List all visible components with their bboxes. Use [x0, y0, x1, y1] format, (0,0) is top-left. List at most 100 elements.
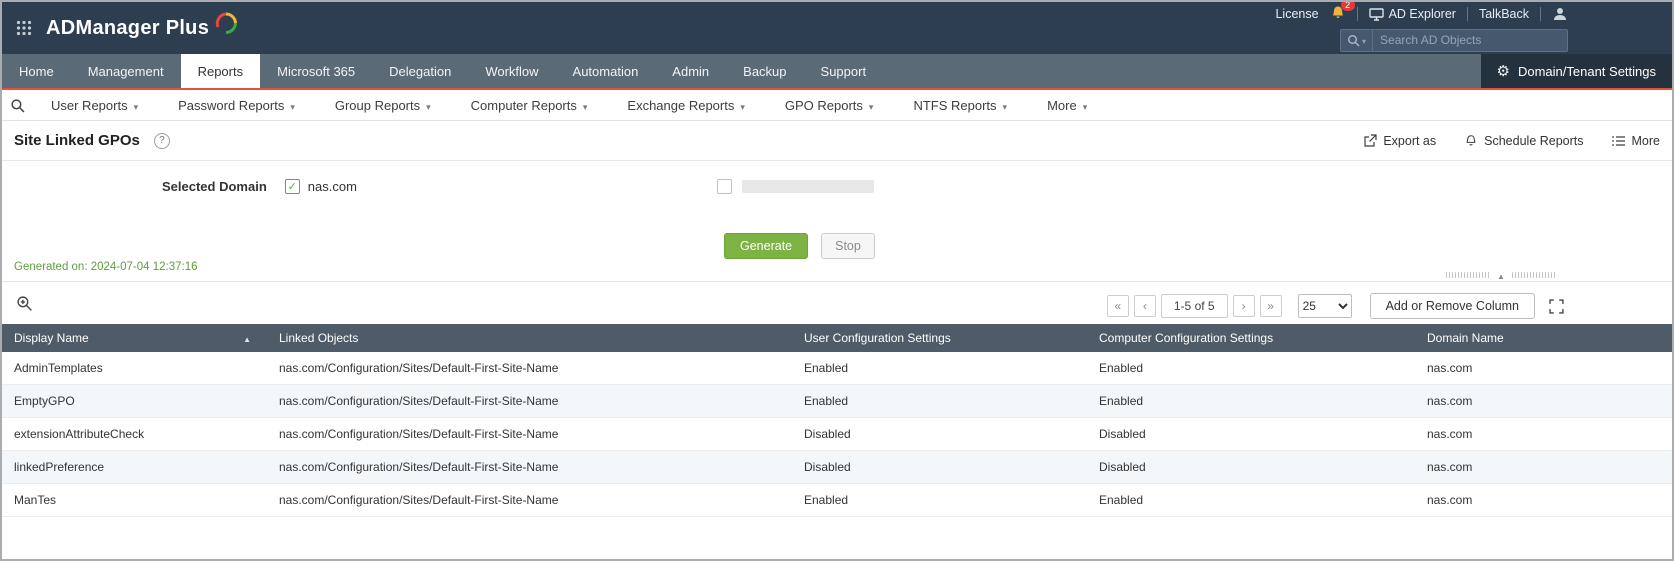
chevron-down-icon: [1003, 98, 1008, 113]
subnav-item-ntfs-reports[interactable]: NTFS Reports: [893, 98, 1027, 113]
page-header: Site Linked GPOs Export as Schedule Repo…: [2, 121, 1672, 161]
chevron-down-icon: [1362, 31, 1366, 49]
pagination-controls: « ‹ 1-5 of 5 › » 25 Add or Remove Column: [1102, 293, 1660, 319]
subnav-search-icon[interactable]: [4, 98, 31, 113]
cell-user-config: Enabled: [792, 484, 1087, 517]
nav-tab-reports[interactable]: Reports: [181, 54, 261, 88]
generated-on-text: Generated on: 2024-07-04 12:37:16: [2, 261, 1672, 277]
nav-tab-support[interactable]: Support: [804, 54, 884, 88]
nav-tab-delegation[interactable]: Delegation: [372, 54, 468, 88]
subnav-item-exchange-reports[interactable]: Exchange Reports: [607, 98, 764, 113]
nav-tab-backup[interactable]: Backup: [726, 54, 803, 88]
domain-checkbox-2[interactable]: [717, 179, 732, 194]
nav-tab-admin[interactable]: Admin: [655, 54, 726, 88]
nav-tab-management[interactable]: Management: [71, 54, 181, 88]
cell-computer-config: Disabled: [1087, 451, 1415, 484]
cell-domain-name: nas.com: [1415, 451, 1672, 484]
cell-computer-config: Disabled: [1087, 418, 1415, 451]
subnav-item-group-reports[interactable]: Group Reports: [315, 98, 451, 113]
column-header-user-config[interactable]: User Configuration Settings: [792, 324, 1087, 352]
search-scope-selector[interactable]: [1341, 30, 1373, 51]
cell-user-config: Enabled: [792, 352, 1087, 385]
domain-checkbox-nas[interactable]: [285, 179, 300, 194]
table-row: linkedPreference nas.com/Configuration/S…: [2, 451, 1672, 484]
schedule-reports-button[interactable]: Schedule Reports: [1464, 134, 1583, 148]
gear-icon: ⚙: [1497, 64, 1510, 79]
page-size-select[interactable]: 25: [1298, 294, 1352, 318]
subnav-item-user-reports[interactable]: User Reports: [31, 98, 158, 113]
column-header-display-name[interactable]: Display Name: [2, 324, 267, 352]
logo-swoosh-icon: [213, 10, 239, 36]
export-as-button[interactable]: Export as: [1363, 134, 1436, 148]
domain-name-nas: nas.com: [308, 179, 357, 194]
app-logo: ADManager Plus: [46, 17, 239, 40]
header-separator: [1540, 7, 1541, 21]
column-header-domain-name[interactable]: Domain Name: [1415, 324, 1672, 352]
pagination-next-button[interactable]: ›: [1233, 295, 1255, 317]
cell-display-name: EmptyGPO: [2, 385, 267, 418]
domain-tenant-settings-button[interactable]: ⚙ Domain/Tenant Settings: [1481, 54, 1672, 88]
ad-objects-search-box: [1340, 29, 1568, 52]
apps-grid-icon[interactable]: [16, 20, 32, 36]
cell-computer-config: Enabled: [1087, 484, 1415, 517]
chevron-down-icon: [290, 98, 295, 113]
cell-linked-objects: nas.com/Configuration/Sites/Default-Firs…: [267, 451, 792, 484]
notification-bell-icon[interactable]: 2: [1330, 5, 1346, 24]
header-links-row: License 2 AD Explorer: [1275, 5, 1568, 24]
app-logo-text: ADManager Plus: [46, 17, 209, 39]
nav-tab-workflow[interactable]: Workflow: [468, 54, 555, 88]
pagination-first-button[interactable]: «: [1107, 295, 1129, 317]
table-search-icon[interactable]: [16, 295, 33, 317]
nav-spacer: [883, 54, 1480, 88]
chevron-down-icon: [134, 98, 139, 113]
redacted-domain-name: [742, 180, 874, 193]
pagination-prev-button[interactable]: ‹: [1134, 295, 1156, 317]
column-header-linked-objects[interactable]: Linked Objects: [267, 324, 792, 352]
talkback-link[interactable]: TalkBack: [1479, 7, 1529, 21]
subnav-item-gpo-reports[interactable]: GPO Reports: [765, 98, 894, 113]
help-icon[interactable]: [154, 133, 170, 149]
cell-linked-objects: nas.com/Configuration/Sites/Default-Firs…: [267, 385, 792, 418]
nav-tab-microsoft-365[interactable]: Microsoft 365: [260, 54, 372, 88]
search-input[interactable]: [1373, 33, 1567, 47]
subnav-item-computer-reports[interactable]: Computer Reports: [451, 98, 608, 113]
cell-user-config: Disabled: [792, 418, 1087, 451]
stop-button[interactable]: Stop: [821, 233, 875, 259]
notification-badge: 2: [1341, 0, 1355, 11]
ad-explorer-label: AD Explorer: [1389, 7, 1456, 21]
chevron-down-icon: [583, 98, 588, 113]
nav-tab-home[interactable]: Home: [2, 54, 71, 88]
cell-computer-config: Enabled: [1087, 385, 1415, 418]
more-actions-button[interactable]: More: [1612, 134, 1660, 148]
cell-linked-objects: nas.com/Configuration/Sites/Default-Firs…: [267, 418, 792, 451]
pagination-last-button[interactable]: »: [1260, 295, 1282, 317]
nav-tab-automation[interactable]: Automation: [556, 54, 656, 88]
user-account-icon[interactable]: [1552, 6, 1568, 22]
cell-display-name: extensionAttributeCheck: [2, 418, 267, 451]
subnav-item-password-reports[interactable]: Password Reports: [158, 98, 315, 113]
domain-selection-row: Selected Domain nas.com: [2, 175, 1672, 197]
cell-computer-config: Enabled: [1087, 352, 1415, 385]
header-separator: [1357, 7, 1358, 21]
cell-domain-name: nas.com: [1415, 484, 1672, 517]
column-header-computer-config[interactable]: Computer Configuration Settings: [1087, 324, 1415, 352]
table-toolbar: « ‹ 1-5 of 5 › » 25 Add or Remove Column: [2, 290, 1672, 322]
cell-user-config: Disabled: [792, 451, 1087, 484]
reports-subnav: User Reports Password Reports Group Repo…: [2, 88, 1672, 121]
table-row: AdminTemplates nas.com/Configuration/Sit…: [2, 352, 1672, 385]
chevron-down-icon: [740, 98, 745, 113]
subnav-item-more[interactable]: More: [1027, 98, 1107, 113]
domain-tenant-settings-label: Domain/Tenant Settings: [1518, 64, 1656, 79]
add-remove-column-button[interactable]: Add or Remove Column: [1370, 293, 1535, 319]
table-scroll-indicator[interactable]: [1446, 266, 1556, 284]
export-icon: [1363, 134, 1377, 148]
main-nav: Home Management Reports Microsoft 365 De…: [2, 54, 1672, 88]
scroll-ticks-right: [1512, 272, 1556, 278]
expand-fullscreen-icon[interactable]: [1549, 299, 1564, 314]
cell-domain-name: nas.com: [1415, 352, 1672, 385]
license-link[interactable]: License: [1275, 7, 1318, 21]
sort-asc-icon: [243, 331, 251, 345]
generate-button[interactable]: Generate: [724, 233, 808, 259]
ad-explorer-link[interactable]: AD Explorer: [1369, 7, 1456, 21]
monitor-icon: [1369, 8, 1384, 21]
